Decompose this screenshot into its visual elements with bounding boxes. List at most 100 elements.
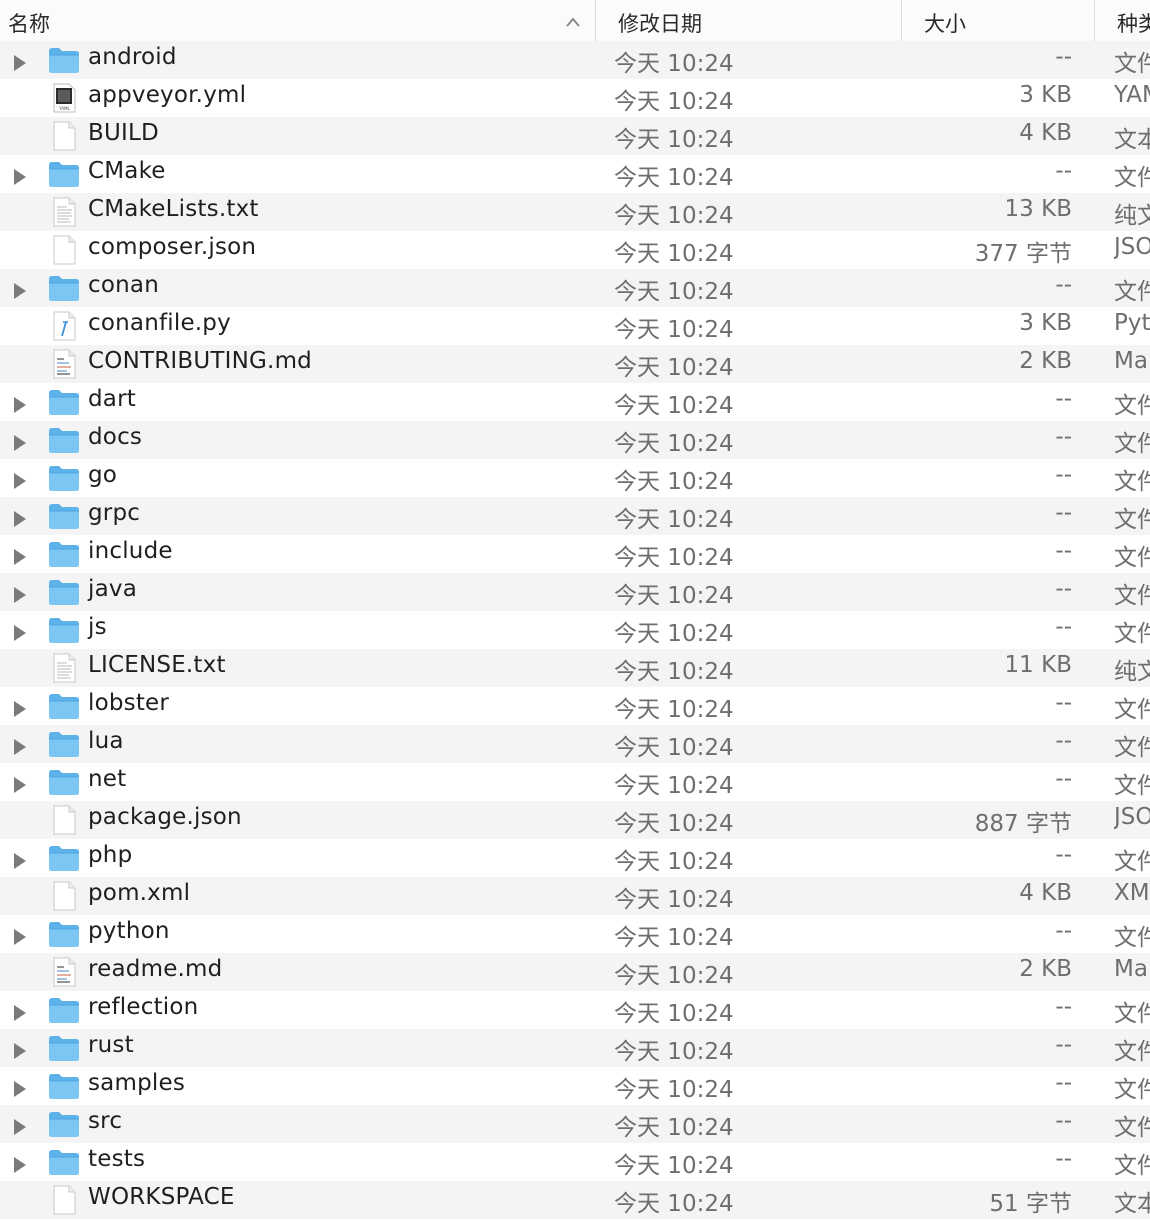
column-header-bar: 名称 修改日期 大小 种类 [0, 0, 1150, 47]
file-row[interactable]: CMake 今天 10:24 -- 文件夹 [0, 155, 1150, 193]
file-row[interactable]: readme.md 今天 10:24 2 KB Markdown [0, 953, 1150, 991]
disclosure-triangle-icon[interactable] [12, 584, 28, 610]
file-size: 13 KB [1004, 196, 1072, 222]
disclosure-triangle-icon[interactable] [12, 1078, 28, 1104]
file-row[interactable]: conan 今天 10:24 -- 文件夹 [0, 269, 1150, 307]
disclosure-triangle-icon[interactable] [12, 1002, 28, 1028]
folder-icon [47, 159, 81, 189]
file-row[interactable]: conanfile.py 今天 10:24 3 KB Python [0, 307, 1150, 345]
file-row[interactable]: docs 今天 10:24 -- 文件夹 [0, 421, 1150, 459]
file-kind: 文件夹 [1114, 773, 1150, 799]
file-size: -- [1055, 918, 1072, 944]
file-kind: JSON [1114, 234, 1150, 260]
file-kind: 文件夹 [1114, 1115, 1150, 1141]
disclosure-triangle-icon[interactable] [12, 1154, 28, 1180]
disclosure-triangle-icon[interactable] [12, 1116, 28, 1142]
disclosure-triangle-icon[interactable] [12, 470, 28, 496]
sort-ascending-icon[interactable] [566, 17, 580, 27]
file-row[interactable]: samples 今天 10:24 -- 文件夹 [0, 1067, 1150, 1105]
disclosure-triangle-icon[interactable] [12, 166, 28, 192]
document-icon [47, 1185, 81, 1215]
file-row[interactable]: php 今天 10:24 -- 文件夹 [0, 839, 1150, 877]
file-row[interactable]: lua 今天 10:24 -- 文件夹 [0, 725, 1150, 763]
file-name: dart [88, 386, 136, 412]
file-row[interactable]: rust 今天 10:24 -- 文件夹 [0, 1029, 1150, 1067]
file-row[interactable]: go 今天 10:24 -- 文件夹 [0, 459, 1150, 497]
folder-icon [47, 577, 81, 607]
file-name: lua [88, 728, 124, 754]
disclosure-triangle-icon[interactable] [12, 1040, 28, 1066]
file-kind: 文件夹 [1114, 925, 1150, 951]
file-kind: 文本 [1114, 127, 1150, 153]
disclosure-triangle-icon[interactable] [12, 736, 28, 762]
file-row[interactable]: src 今天 10:24 -- 文件夹 [0, 1105, 1150, 1143]
file-row[interactable]: net 今天 10:24 -- 文件夹 [0, 763, 1150, 801]
file-row[interactable]: android 今天 10:24 -- 文件夹 [0, 41, 1150, 79]
file-row[interactable]: tests 今天 10:24 -- 文件夹 [0, 1143, 1150, 1181]
file-size: -- [1055, 272, 1072, 298]
disclosure-triangle-icon[interactable] [12, 926, 28, 952]
disclosure-triangle-icon[interactable] [12, 622, 28, 648]
column-header-size[interactable]: 大小 [902, 0, 1095, 46]
file-row[interactable]: YAML appveyor.yml 今天 10:24 3 KB YAML [0, 79, 1150, 117]
file-kind: 文件夹 [1114, 1001, 1150, 1027]
file-row[interactable]: grpc 今天 10:24 -- 文件夹 [0, 497, 1150, 535]
file-row[interactable]: CMakeLists.txt 今天 10:24 13 KB 纯文本 [0, 193, 1150, 231]
file-row[interactable]: reflection 今天 10:24 -- 文件夹 [0, 991, 1150, 1029]
file-size: -- [1055, 1108, 1072, 1134]
file-size: -- [1055, 44, 1072, 70]
document-icon [47, 235, 81, 265]
file-row[interactable]: js 今天 10:24 -- 文件夹 [0, 611, 1150, 649]
file-row[interactable]: python 今天 10:24 -- 文件夹 [0, 915, 1150, 953]
folder-icon [47, 995, 81, 1025]
file-date-modified: 今天 10:24 [614, 279, 734, 305]
file-row[interactable]: package.json 今天 10:24 887 字节 JSON [0, 801, 1150, 839]
file-date-modified: 今天 10:24 [614, 1001, 734, 1027]
file-size: -- [1055, 462, 1072, 488]
disclosure-triangle-icon[interactable] [12, 432, 28, 458]
file-name: reflection [88, 994, 199, 1020]
file-name: python [88, 918, 170, 944]
file-row[interactable]: LICENSE.txt 今天 10:24 11 KB 纯文本 [0, 649, 1150, 687]
file-row[interactable]: CONTRIBUTING.md 今天 10:24 2 KB Markdown [0, 345, 1150, 383]
disclosure-triangle-icon[interactable] [12, 280, 28, 306]
file-name: composer.json [88, 234, 257, 260]
disclosure-triangle-icon[interactable] [12, 774, 28, 800]
column-header-kind[interactable]: 种类 [1095, 0, 1150, 46]
disclosure-triangle-icon[interactable] [12, 698, 28, 724]
column-header-name[interactable]: 名称 [0, 0, 596, 46]
file-row[interactable]: composer.json 今天 10:24 377 字节 JSON [0, 231, 1150, 269]
file-row[interactable]: lobster 今天 10:24 -- 文件夹 [0, 687, 1150, 725]
file-row[interactable]: include 今天 10:24 -- 文件夹 [0, 535, 1150, 573]
text-document-icon [47, 653, 81, 683]
column-header-size-label: 大小 [924, 12, 966, 36]
column-header-date[interactable]: 修改日期 [596, 0, 902, 46]
file-kind: JSON [1114, 804, 1150, 830]
file-kind: YAML [1114, 82, 1150, 108]
file-name: CONTRIBUTING.md [88, 348, 312, 374]
file-size: -- [1055, 386, 1072, 412]
file-kind: 文件夹 [1114, 849, 1150, 875]
file-row[interactable]: WORKSPACE 今天 10:24 51 字节 文本 [0, 1181, 1150, 1219]
file-name: net [88, 766, 127, 792]
file-kind: 文件夹 [1114, 621, 1150, 647]
file-row[interactable]: dart 今天 10:24 -- 文件夹 [0, 383, 1150, 421]
file-name: BUILD [88, 120, 159, 146]
file-kind: 纯文本 [1114, 659, 1150, 685]
file-date-modified: 今天 10:24 [614, 735, 734, 761]
disclosure-triangle-icon[interactable] [12, 850, 28, 876]
disclosure-triangle-icon[interactable] [12, 546, 28, 572]
file-row[interactable]: java 今天 10:24 -- 文件夹 [0, 573, 1150, 611]
file-row[interactable]: pom.xml 今天 10:24 4 KB XML [0, 877, 1150, 915]
file-size: -- [1055, 1146, 1072, 1172]
disclosure-triangle-icon[interactable] [12, 52, 28, 78]
file-date-modified: 今天 10:24 [614, 317, 734, 343]
disclosure-triangle-icon[interactable] [12, 394, 28, 420]
file-date-modified: 今天 10:24 [614, 1191, 734, 1217]
folder-icon [47, 1033, 81, 1063]
file-date-modified: 今天 10:24 [614, 1153, 734, 1179]
disclosure-triangle-icon[interactable] [12, 508, 28, 534]
folder-icon [47, 387, 81, 417]
file-date-modified: 今天 10:24 [614, 51, 734, 77]
file-row[interactable]: BUILD 今天 10:24 4 KB 文本 [0, 117, 1150, 155]
